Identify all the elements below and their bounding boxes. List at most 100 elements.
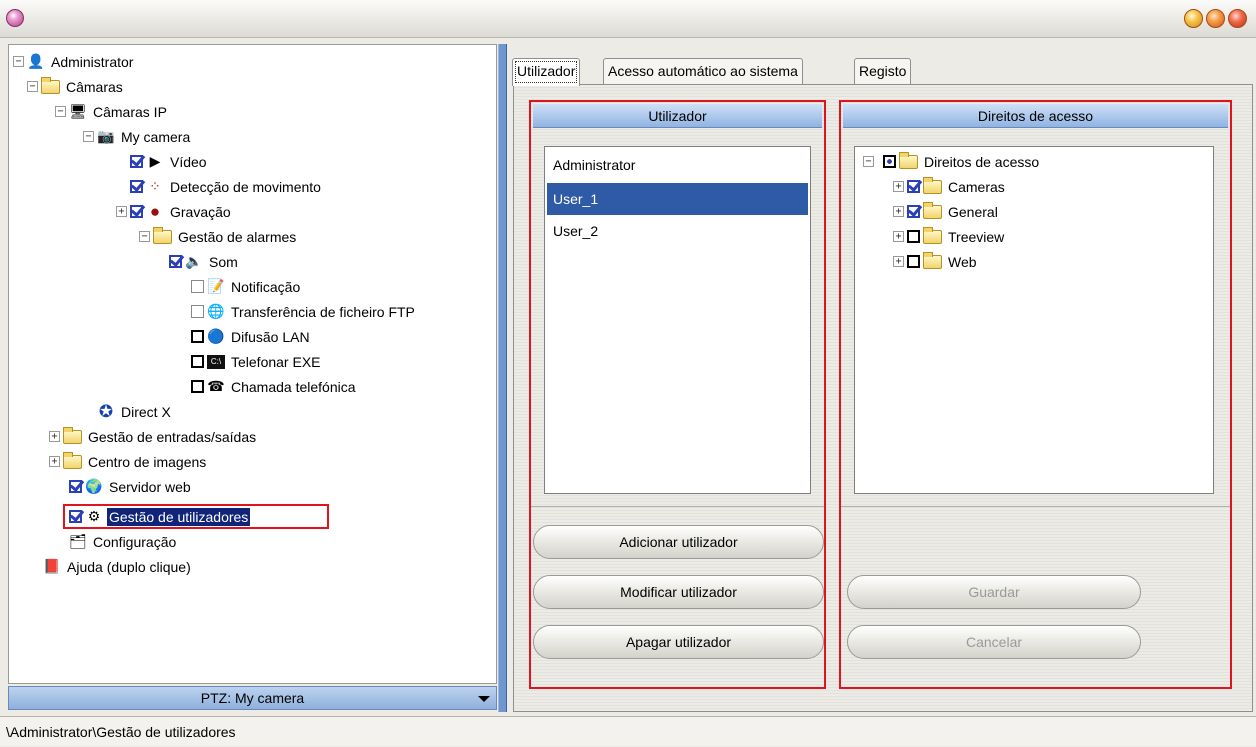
ptz-camera-select[interactable]: PTZ: My camera — [8, 686, 497, 710]
tree-item-notification[interactable]: 📝 Notificação — [191, 274, 302, 299]
tree-item-my-camera[interactable]: − 📷 My camera — [83, 124, 192, 149]
tree-item-cameras[interactable]: − Câmaras — [27, 74, 125, 99]
tree-item-video[interactable]: ▶ Vídeo — [130, 149, 209, 174]
folder-icon — [923, 176, 942, 194]
recording-checkbox[interactable] — [130, 205, 143, 218]
folder-icon — [923, 201, 942, 219]
collapse-icon[interactable]: − — [27, 81, 38, 92]
app-menu-icon[interactable] — [6, 9, 24, 27]
rights-item-web[interactable]: + Web — [893, 249, 979, 274]
tree-item-io-management[interactable]: + Gestão de entradas/saídas — [49, 424, 258, 449]
tree-item-lan-broadcast[interactable]: 🔵 Difusão LAN — [191, 324, 312, 349]
tree-item-web-server[interactable]: 🌍 Servidor web — [69, 474, 193, 499]
ftp-checkbox[interactable] — [191, 305, 204, 318]
list-item[interactable]: Administrator — [547, 149, 808, 181]
divider — [841, 506, 1230, 507]
expand-icon[interactable]: + — [49, 431, 60, 442]
users-list[interactable]: Administrator User_1 User_2 — [544, 146, 811, 494]
rights-tree[interactable]: − Direitos de acesso + Cameras + General — [854, 146, 1214, 494]
play-icon: ▶ — [149, 153, 161, 169]
navigation-tree: − 👤 Administrator − Câmaras − 🖥 Câmaras … — [8, 44, 497, 684]
tab-user[interactable]: Utilizador — [512, 58, 581, 86]
telephone-icon: ☎ — [207, 378, 225, 394]
list-item[interactable]: User_2 — [547, 215, 808, 247]
tree-item-directx[interactable]: ✪ Direct X — [97, 399, 173, 424]
expand-icon[interactable]: + — [893, 231, 904, 242]
web-server-checkbox[interactable] — [69, 480, 82, 493]
collapse-icon[interactable]: − — [139, 231, 150, 242]
speaker-icon: 🔈 — [185, 253, 203, 269]
lan-checkbox[interactable] — [191, 330, 204, 343]
notification-icon: 📝 — [207, 278, 225, 294]
title-bar — [0, 0, 1256, 38]
motion-checkbox[interactable] — [130, 180, 143, 193]
folder-open-icon — [899, 151, 918, 169]
expand-icon[interactable]: + — [893, 256, 904, 267]
tree-item-ftp-transfer[interactable]: 🌐 Transferência de ficheiro FTP — [191, 299, 417, 324]
delete-user-button[interactable]: Apagar utilizador — [533, 625, 824, 659]
expand-icon[interactable]: + — [893, 181, 904, 192]
tab-log[interactable]: Registo — [854, 58, 912, 84]
tree-item-configuration[interactable]: 🗂 Configuração — [69, 529, 178, 554]
add-user-button[interactable]: Adicionar utilizador — [533, 525, 824, 559]
status-path: \Administrator\Gestão de utilizadores — [6, 724, 236, 740]
tree-item-alarm-management[interactable]: − Gestão de alarmes — [139, 224, 298, 249]
tree-item-sound[interactable]: 🔈 Som — [169, 249, 240, 274]
camera-icon: 📷 — [97, 128, 115, 144]
tree-item-phone-call[interactable]: ☎ Chamada telefónica — [191, 374, 358, 399]
general-right-checkbox[interactable] — [907, 205, 920, 218]
folder-open-icon — [41, 76, 60, 94]
folder-icon — [63, 426, 82, 444]
cameras-right-checkbox[interactable] — [907, 180, 920, 193]
ip-camera-icon: 🖥 — [69, 103, 87, 119]
rights-item-cameras[interactable]: + Cameras — [893, 174, 1007, 199]
rights-item-general[interactable]: + General — [893, 199, 1000, 224]
phone-checkbox[interactable] — [191, 380, 204, 393]
notification-checkbox[interactable] — [191, 280, 204, 293]
record-icon: ● — [149, 201, 161, 221]
dropdown-arrow-icon[interactable] — [478, 696, 490, 702]
tree-item-exe-call[interactable]: C:\ Telefonar EXE — [191, 349, 323, 374]
access-rights-group: Direitos de acesso − Direitos de acesso … — [839, 100, 1232, 689]
terminal-icon: C:\ — [207, 354, 225, 369]
video-checkbox[interactable] — [130, 155, 143, 168]
treeview-right-checkbox[interactable] — [907, 230, 920, 243]
configuration-icon: 🗂 — [69, 533, 87, 549]
expand-icon[interactable]: + — [116, 206, 127, 217]
maximize-button[interactable] — [1206, 9, 1225, 28]
panel-splitter[interactable] — [498, 44, 507, 712]
list-item[interactable]: User_1 — [547, 183, 808, 215]
collapse-icon[interactable]: − — [863, 156, 874, 167]
rights-root[interactable]: − Direitos de acesso — [863, 149, 1041, 174]
cancel-button[interactable]: Cancelar — [847, 625, 1141, 659]
tree-item-administrator[interactable]: − 👤 Administrator — [13, 49, 135, 74]
tab-auto-access[interactable]: Acesso automático ao sistema — [603, 58, 803, 84]
collapse-icon[interactable]: − — [55, 106, 66, 117]
collapse-icon[interactable]: − — [13, 56, 24, 67]
user-icon: 👤 — [27, 53, 45, 69]
modify-user-button[interactable]: Modificar utilizador — [533, 575, 824, 609]
minimize-button[interactable] — [1184, 9, 1203, 28]
tab-content-user: Utilizador Administrator User_1 User_2 A… — [513, 84, 1253, 712]
globe-icon: 🌍 — [85, 478, 103, 494]
tree-item-image-center[interactable]: + Centro de imagens — [49, 449, 208, 474]
ftp-icon: 🌐 — [207, 303, 225, 319]
expand-icon[interactable]: + — [893, 206, 904, 217]
rights-item-treeview[interactable]: + Treeview — [893, 224, 1006, 249]
close-button[interactable] — [1228, 9, 1247, 28]
folder-icon — [923, 226, 942, 244]
tree-item-motion-detection[interactable]: ⁘ Detecção de movimento — [130, 174, 323, 199]
tree-item-recording[interactable]: + ● Gravação — [116, 199, 233, 224]
save-button[interactable]: Guardar — [847, 575, 1141, 609]
folder-open-icon — [153, 226, 172, 244]
rights-root-checkbox[interactable] — [883, 155, 896, 168]
exe-checkbox[interactable] — [191, 355, 204, 368]
sound-checkbox[interactable] — [169, 255, 182, 268]
expand-icon[interactable]: + — [49, 456, 60, 467]
tree-item-help[interactable]: 📕 Ajuda (duplo clique) — [43, 554, 193, 579]
directx-icon: ✪ — [98, 401, 114, 421]
tree-item-ip-cameras[interactable]: − 🖥 Câmaras IP — [55, 99, 169, 124]
content-area: Utilizador Acesso automático ao sistema … — [510, 44, 1256, 712]
web-right-checkbox[interactable] — [907, 255, 920, 268]
collapse-icon[interactable]: − — [83, 131, 94, 142]
